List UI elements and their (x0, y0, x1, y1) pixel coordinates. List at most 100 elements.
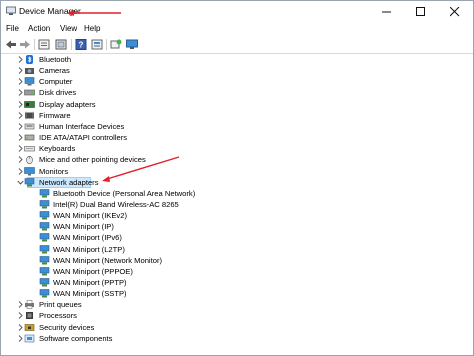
network-adapter-item[interactable]: WAN Miniport (L2TP) (39, 244, 459, 255)
network-adapter-item[interactable]: Bluetooth Device (Personal Area Network) (39, 188, 459, 199)
tree-category-monitor[interactable]: Monitors (17, 166, 457, 177)
network-adapter-icon (39, 200, 50, 209)
tree-category-bluetooth[interactable]: Bluetooth (17, 54, 457, 65)
chevron-right-icon[interactable] (17, 88, 24, 97)
network-adapter-label: WAN Miniport (PPTP) (53, 278, 127, 287)
tree-category-printer[interactable]: Print queues (17, 299, 457, 310)
monitor-icon (24, 166, 35, 175)
tree-category-label: Disk drives (39, 88, 77, 98)
menu-file[interactable]: File (6, 24, 19, 33)
ide-controller-icon (24, 134, 35, 141)
network-adapter-item[interactable]: Intel(R) Dual Band Wireless-AC 8265 (39, 199, 459, 210)
network-adapter-label: WAN Miniport (L2TP) (53, 244, 125, 254)
network-adapter-label: WAN Miniport (IPv6) (53, 233, 122, 243)
network-adapter-icon (39, 188, 50, 198)
device-manager-app-icon (6, 6, 16, 15)
tree-category-camera[interactable]: Cameras (17, 65, 457, 76)
toolbar-separator (71, 39, 72, 50)
device-manager-window: Device Manager File Action View Help ? B… (0, 0, 474, 356)
tree-category-security-device[interactable]: Security devices (17, 322, 457, 333)
tree-category-label: Network adapters (39, 177, 99, 187)
tree-category-label: Firmware (39, 110, 71, 120)
tree-category-software-component[interactable]: Software components (17, 333, 457, 344)
scan-hardware-icon[interactable] (110, 39, 122, 50)
tree-category-label: Display adapters (39, 99, 96, 109)
tree-category-label: Bluetooth (39, 55, 72, 64)
chevron-right-icon[interactable] (17, 300, 24, 309)
toolbar: ? (1, 36, 473, 54)
tree-category-computer[interactable]: Computer (17, 76, 457, 87)
chevron-right-icon[interactable] (17, 167, 24, 176)
help-icon[interactable]: ? (75, 39, 87, 50)
chevron-right-icon[interactable] (17, 66, 24, 75)
tree-category-ide-controller[interactable]: IDE ATA/ATAPI controllers (17, 132, 457, 143)
minimize-button[interactable] (370, 1, 404, 22)
svg-text:?: ? (79, 41, 84, 50)
security-device-icon (24, 323, 35, 331)
tree-category-label: Processors (39, 311, 77, 321)
tree-category-keyboard[interactable]: Keyboards (17, 143, 457, 154)
chevron-right-icon[interactable] (17, 133, 24, 142)
tree-category-disk-drive[interactable]: Disk drives (17, 87, 457, 98)
tree-category-network-adapter[interactable]: Network adapters (17, 176, 457, 188)
network-adapter-item[interactable]: WAN Miniport (SSTP) (39, 288, 459, 299)
tree-category-label: Cameras (39, 66, 70, 76)
mouse-icon (26, 156, 33, 165)
chevron-right-icon[interactable] (17, 334, 24, 343)
forward-icon[interactable] (19, 39, 31, 50)
back-icon[interactable] (5, 39, 17, 50)
tree-category-label: Human Interface Devices (39, 121, 125, 131)
title-bar[interactable]: Device Manager (1, 1, 473, 22)
chevron-right-icon[interactable] (17, 100, 24, 109)
chevron-down-icon[interactable] (17, 178, 24, 187)
update-driver-icon[interactable] (91, 39, 103, 50)
network-adapter-icon (39, 255, 50, 265)
processor-icon (26, 312, 33, 320)
network-adapter-icon (39, 289, 50, 298)
computer-icon (24, 77, 35, 86)
chevron-right-icon[interactable] (17, 122, 24, 131)
disk-drive-icon (24, 90, 35, 96)
chevron-right-icon[interactable] (17, 311, 24, 320)
network-adapter-item[interactable]: WAN Miniport (IPv6) (39, 232, 459, 243)
tree-category-label: Software components (39, 333, 113, 343)
minimize-icon (382, 11, 391, 13)
maximize-button[interactable] (404, 1, 438, 22)
menu-view[interactable]: View (60, 24, 77, 33)
tree-category-label: Security devices (39, 322, 95, 332)
tree-category-label: Monitors (39, 166, 69, 176)
menu-help[interactable]: Help (84, 24, 100, 33)
show-hidden-icon[interactable] (55, 39, 67, 50)
chevron-right-icon[interactable] (17, 55, 24, 64)
tree-category-firmware[interactable]: Firmware (17, 110, 457, 121)
chevron-right-icon[interactable] (17, 77, 24, 86)
monitor-icon[interactable] (126, 39, 138, 50)
network-adapter-icon (39, 222, 50, 231)
tree-category-mouse[interactable]: Mice and other pointing devices (17, 154, 457, 165)
chevron-right-icon[interactable] (17, 323, 24, 332)
network-adapter-item[interactable]: WAN Miniport (IKEv2) (39, 210, 459, 221)
network-adapter-item[interactable]: WAN Miniport (Network Monitor) (39, 255, 459, 266)
menu-action[interactable]: Action (28, 24, 50, 33)
camera-icon (25, 68, 34, 75)
network-adapter-icon (39, 267, 50, 276)
tree-category-processor[interactable]: Processors (17, 310, 457, 321)
chevron-right-icon[interactable] (17, 155, 24, 164)
network-adapter-icon (39, 244, 50, 254)
network-adapter-item[interactable]: WAN Miniport (IP) (39, 221, 459, 232)
network-adapter-item[interactable]: WAN Miniport (PPTP) (39, 277, 459, 288)
chevron-right-icon[interactable] (17, 144, 24, 153)
properties-icon[interactable] (38, 39, 50, 50)
toolbar-separator (34, 39, 35, 50)
network-adapter-label: WAN Miniport (Network Monitor) (53, 255, 163, 265)
network-adapter-label: WAN Miniport (SSTP) (53, 289, 127, 299)
tree-category-display-adapter[interactable]: Display adapters (17, 99, 457, 110)
network-adapter-item[interactable]: WAN Miniport (PPPOE) (39, 266, 459, 277)
tree-category-label: Print queues (39, 300, 82, 310)
printer-icon (25, 300, 34, 310)
chevron-right-icon[interactable] (17, 111, 24, 120)
close-button[interactable] (438, 1, 472, 22)
device-tree[interactable]: Bluetooth Cameras Computer Disk drives Displ… (1, 54, 473, 355)
tree-category-label: Computer (39, 77, 73, 87)
tree-category-hid[interactable]: Human Interface Devices (17, 121, 457, 132)
